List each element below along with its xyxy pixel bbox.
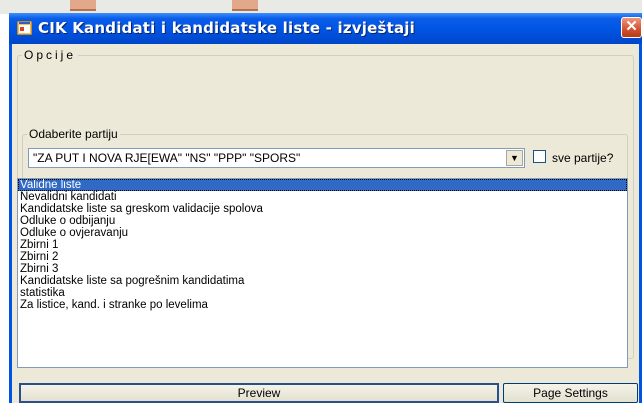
report-list-item[interactable]: Za listice, kand. i stranke po levelima	[18, 299, 627, 311]
report-list-item[interactable]: Odluke o odbijanju	[18, 215, 627, 227]
background-window-strip	[0, 0, 642, 14]
report-list-item[interactable]: Odluke o ovjeravanju	[18, 227, 627, 239]
report-list-item[interactable]: Kandidatske liste sa pogrešnim kandidati…	[18, 275, 627, 287]
party-dropdown-value: "ZA PUT I NOVA RJE[EWA" "NS" "PPP" "SPOR…	[33, 151, 301, 165]
report-list-item[interactable]: Nevalidni kandidati	[18, 191, 627, 203]
report-list-item[interactable]: Kandidatske liste sa greskom validacije …	[18, 203, 627, 215]
report-list-item[interactable]: Validne liste	[18, 179, 627, 191]
report-window: CIK Kandidati i kandidatske liste - izvj…	[9, 13, 642, 403]
background-thumbnail	[232, 0, 258, 11]
background-thumbnail	[70, 0, 96, 11]
app-window-icon	[17, 21, 32, 35]
report-list-item[interactable]: statistika	[18, 287, 627, 299]
dropdown-arrow-glyph: ▼	[510, 153, 519, 163]
report-list-item[interactable]: Zbirni 1	[18, 239, 627, 251]
window-title: CIK Kandidati i kandidatske liste - izvj…	[38, 19, 415, 37]
all-parties-checkbox[interactable]	[533, 150, 546, 163]
party-group-legend: Odaberite partiju	[29, 127, 118, 141]
report-list-item[interactable]: Zbirni 2	[18, 251, 627, 263]
options-group-legend: Opcije	[24, 48, 77, 62]
party-dropdown[interactable]: "ZA PUT I NOVA RJE[EWA" "NS" "PPP" "SPOR…	[28, 148, 525, 168]
report-list-item[interactable]: Zbirni 3	[18, 263, 627, 275]
all-parties-label[interactable]: sve partije?	[552, 151, 613, 165]
close-icon: ✕	[625, 18, 638, 35]
page-settings-button[interactable]: Page Settings	[503, 383, 638, 403]
window-client-area: Opcije Odaberite partiju "ZA PUT I NOVA …	[12, 44, 639, 403]
report-list[interactable]: Validne liste Nevalidni kandidati Kandid…	[17, 178, 628, 368]
preview-button[interactable]: Preview	[19, 383, 499, 403]
title-bar[interactable]: CIK Kandidati i kandidatske liste - izvj…	[9, 13, 642, 44]
chevron-down-icon[interactable]: ▼	[506, 150, 523, 166]
close-button[interactable]: ✕	[621, 17, 642, 38]
